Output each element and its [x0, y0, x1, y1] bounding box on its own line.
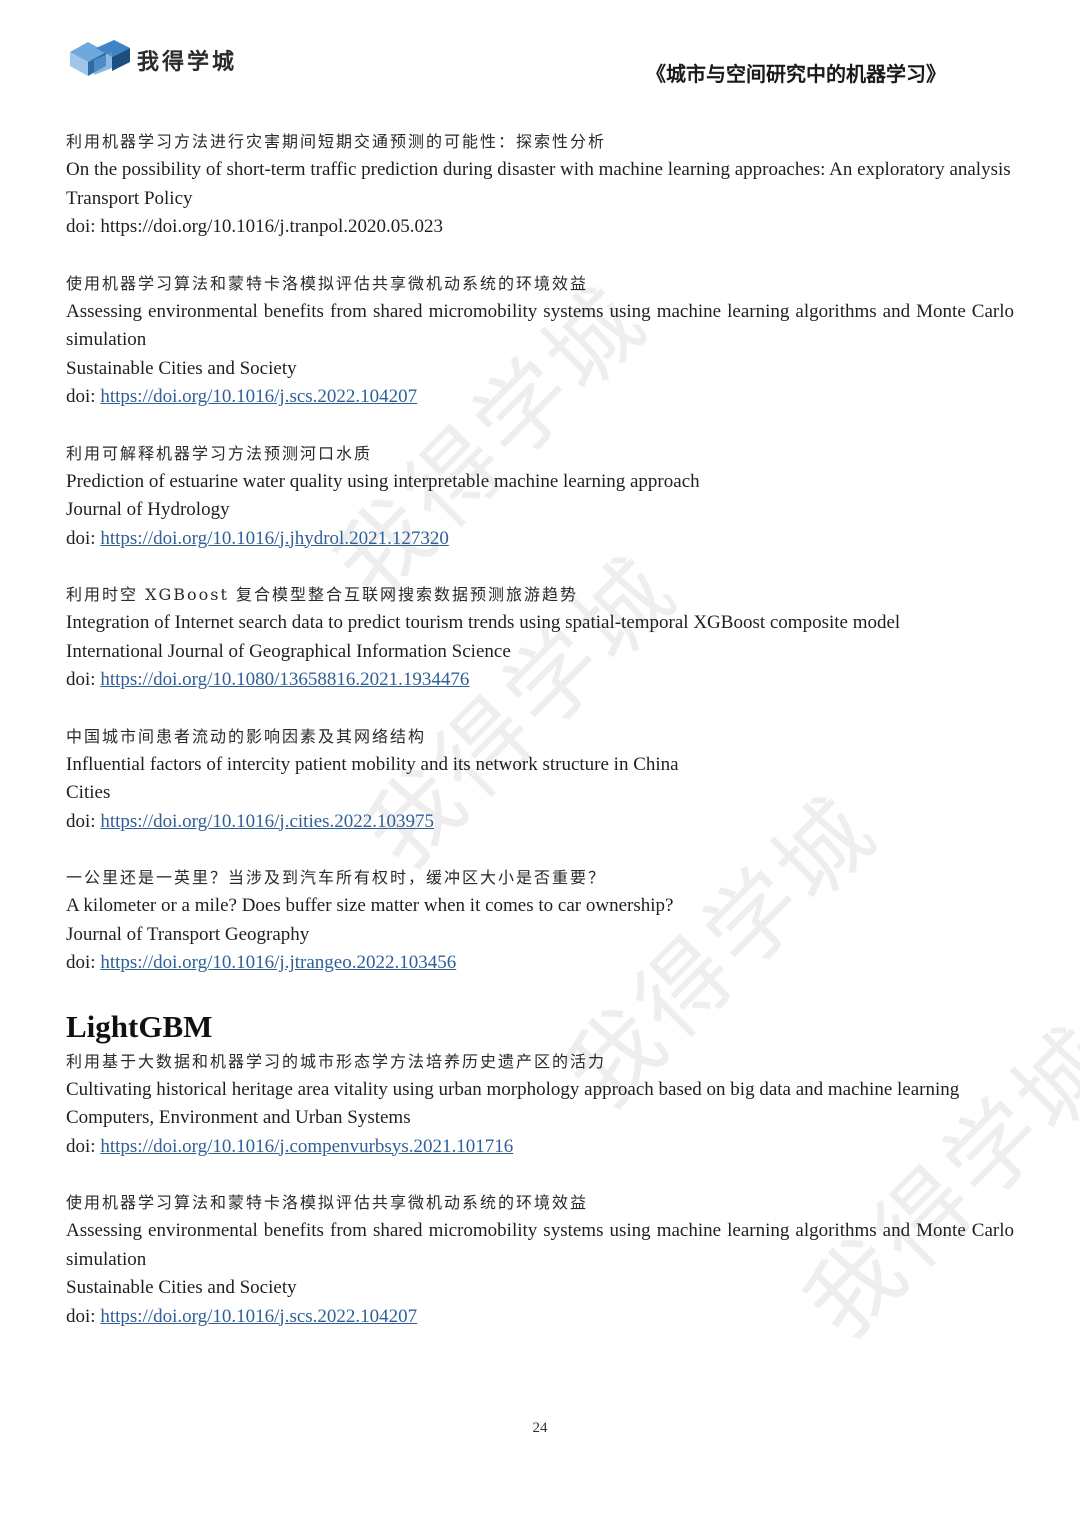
doi-label: doi: [66, 386, 101, 407]
doi-line: doi: https://doi.org/10.1016/j.cities.20… [66, 808, 1014, 837]
doi-label: doi: [66, 1135, 101, 1157]
reference-entry: 利用机器学习方法进行灾害期间短期交通预测的可能性：探索性分析 On the pos… [66, 128, 1014, 242]
doi-line: doi: https://doi.org/10.1016/j.scs.2022.… [66, 383, 1014, 412]
reference-entry: 使用机器学习算法和蒙特卡洛模拟评估共享微机动系统的环境效益 Assessing e… [66, 270, 1014, 412]
english-title: Cultivating historical heritage area vit… [66, 1078, 960, 1100]
brand-name: 我得学城 [137, 50, 238, 75]
chinese-title: 使用机器学习算法和蒙特卡洛模拟评估共享微机动系统的环境效益 [66, 273, 589, 293]
page-header: 我得学城 《城市与空间研究中的机器学习》 [0, 0, 1080, 110]
doi-link[interactable]: https://doi.org/10.1016/j.cities.2022.10… [100, 811, 434, 832]
doi-link[interactable]: https://doi.org/10.1016/j.jtrangeo.2022.… [100, 952, 456, 973]
english-title: Integration of Internet search data to p… [66, 612, 901, 633]
reference-entry: 利用基于大数据和机器学习的城市形态学方法培养历史遗产区的活力 Cultivatin… [66, 1048, 1014, 1162]
chinese-title: 利用基于大数据和机器学习的城市形态学方法培养历史遗产区的活力 [66, 1051, 607, 1071]
doi-link[interactable]: https://doi.org/10.1080/13658816.2021.19… [100, 669, 469, 690]
chinese-title: 利用时空 XGBoost 复合模型整合互联网搜索数据预测旅游趋势 [66, 585, 579, 604]
chinese-title: 利用机器学习方法进行灾害期间短期交通预测的可能性：探索性分析 [66, 132, 607, 151]
doi-link[interactable]: https://doi.org/10.1016/j.scs.2022.10420… [100, 386, 417, 407]
doi-line: doi: https://doi.org/10.1016/j.compenvur… [66, 1133, 1014, 1162]
english-title: Assessing environmental benefits from sh… [66, 300, 1014, 351]
logo-icon [70, 40, 130, 76]
english-title: A kilometer or a mile? Does buffer size … [66, 895, 674, 916]
doi-link[interactable]: https://doi.org/10.1016/j.compenvurbsys.… [100, 1136, 513, 1157]
doi-label: doi: [66, 527, 101, 549]
reference-entry: 利用可解释机器学习方法预测河口水质 Prediction of estuarine… [66, 440, 1014, 554]
english-title: Prediction of estuarine water quality us… [66, 470, 700, 492]
doi-label: doi: [66, 952, 101, 973]
doi-label: doi: [66, 1305, 101, 1327]
journal-name: Journal of Hydrology [66, 499, 230, 520]
english-title: Assessing environmental benefits from sh… [66, 1220, 1014, 1270]
journal-name: Journal of Transport Geography [66, 923, 310, 945]
page-number: 24 [532, 1420, 548, 1436]
english-title: Influential factors of intercity patient… [66, 753, 679, 775]
reference-list: 利用机器学习方法进行灾害期间短期交通预测的可能性：探索性分析 On the pos… [66, 128, 1014, 1359]
journal-name: Sustainable Cities and Society [66, 1277, 297, 1298]
doi-line: doi: https://doi.org/10.1016/j.tranpol.2… [66, 213, 1014, 242]
reference-entry: 中国城市间患者流动的影响因素及其网络结构 Influential factors … [66, 723, 1014, 837]
chinese-title: 中国城市间患者流动的影响因素及其网络结构 [66, 726, 427, 746]
doi-link[interactable]: https://doi.org/10.1016/j.jhydrol.2021.1… [100, 528, 449, 549]
chinese-title: 使用机器学习算法和蒙特卡洛模拟评估共享微机动系统的环境效益 [66, 1193, 589, 1212]
chinese-title: 利用可解释机器学习方法预测河口水质 [66, 443, 373, 463]
doi-line: doi: https://doi.org/10.1016/j.jtrangeo.… [66, 949, 1014, 978]
reference-entry: 利用时空 XGBoost 复合模型整合互联网搜索数据预测旅游趋势 Integrat… [66, 581, 1014, 695]
english-title: On the possibility of short-term traffic… [66, 159, 1011, 180]
doi-link[interactable]: https://doi.org/10.1016/j.tranpol.2020.0… [100, 216, 443, 237]
journal-name: International Journal of Geographical In… [66, 640, 511, 662]
doi-line: doi: https://doi.org/10.1016/j.scs.2022.… [66, 1303, 1014, 1332]
doi-link[interactable]: https://doi.org/10.1016/j.scs.2022.10420… [100, 1306, 417, 1327]
journal-name: Computers, Environment and Urban Systems [66, 1107, 411, 1128]
section-heading: LightGBM [66, 1008, 213, 1044]
doi-label: doi: [66, 810, 101, 832]
chinese-title: 一公里还是一英里？当涉及到汽车所有权时，缓冲区大小是否重要？ [66, 868, 607, 887]
reference-entry: 使用机器学习算法和蒙特卡洛模拟评估共享微机动系统的环境效益 Assessing e… [66, 1189, 1014, 1331]
reference-entry: 一公里还是一英里？当涉及到汽车所有权时，缓冲区大小是否重要？ A kilomete… [66, 864, 1014, 978]
doi-line: doi: https://doi.org/10.1016/j.jhydrol.2… [66, 525, 1014, 554]
doi-label: doi: [66, 669, 101, 690]
journal-name: Transport Policy [66, 187, 193, 209]
journal-name: Sustainable Cities and Society [66, 357, 297, 379]
doi-label: doi: [66, 216, 101, 237]
journal-name: Cities [66, 782, 111, 803]
doi-line: doi: https://doi.org/10.1080/13658816.20… [66, 666, 1014, 695]
book-title: 《城市与空间研究中的机器学习》 [646, 62, 946, 86]
